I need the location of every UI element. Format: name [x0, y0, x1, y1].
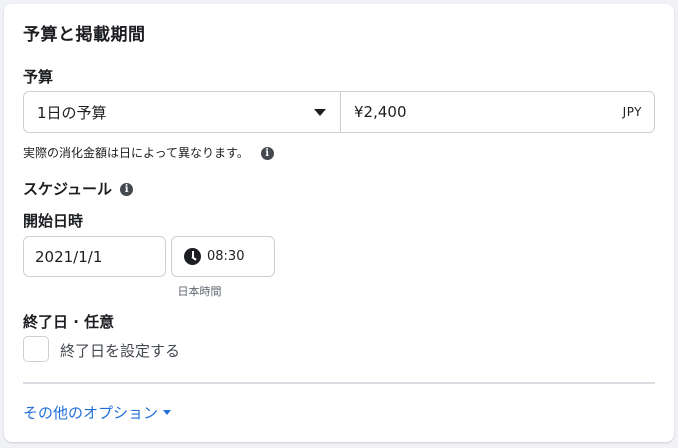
section-title: 予算と掲載期間 — [23, 25, 146, 45]
end-date-checkbox[interactable] — [23, 336, 49, 362]
start-date-input[interactable]: 2021/1/1 — [23, 236, 166, 277]
budget-note: 実際の消化金額は日によって異なります。 i — [23, 144, 274, 161]
info-icon[interactable]: i — [120, 183, 134, 196]
budget-schedule-card: 予算と掲載期間 予算 1日の予算 ¥2,400 JPY 実際の消化金額は日によっ… — [4, 4, 674, 442]
budget-label: 予算 — [23, 68, 54, 86]
more-options-label: その他のオプション — [23, 404, 159, 422]
clock-icon — [184, 248, 201, 265]
budget-type-value: 1日の予算 — [37, 103, 107, 122]
budget-input-group: 1日の予算 ¥2,400 JPY — [23, 91, 655, 133]
info-icon[interactable]: i — [260, 147, 274, 160]
start-time-input[interactable]: 08:30 — [171, 236, 275, 277]
start-date-value: 2021/1/1 — [35, 247, 103, 266]
budget-amount-value: ¥2,400 — [354, 103, 407, 121]
end-date-label: 終了日 · 任意 — [23, 313, 115, 331]
start-datetime-label: 開始日時 — [23, 212, 84, 230]
more-options-link[interactable]: その他のオプション — [23, 402, 172, 423]
budget-note-text: 実際の消化金額は日によって異なります。 — [23, 146, 249, 160]
caret-down-icon — [163, 410, 172, 415]
schedule-label: スケジュール — [23, 180, 112, 198]
start-time-value: 08:30 — [207, 249, 245, 264]
end-date-checkbox-label[interactable]: 終了日を設定する — [60, 340, 180, 361]
timezone-label: 日本時間 — [177, 285, 222, 298]
budget-type-select[interactable]: 1日の予算 — [24, 92, 341, 132]
currency-label: JPY — [622, 105, 642, 119]
caret-down-icon — [314, 109, 326, 116]
divider — [23, 382, 655, 384]
budget-amount-input[interactable]: ¥2,400 JPY — [341, 92, 654, 132]
schedule-heading: スケジュール i — [23, 178, 134, 199]
